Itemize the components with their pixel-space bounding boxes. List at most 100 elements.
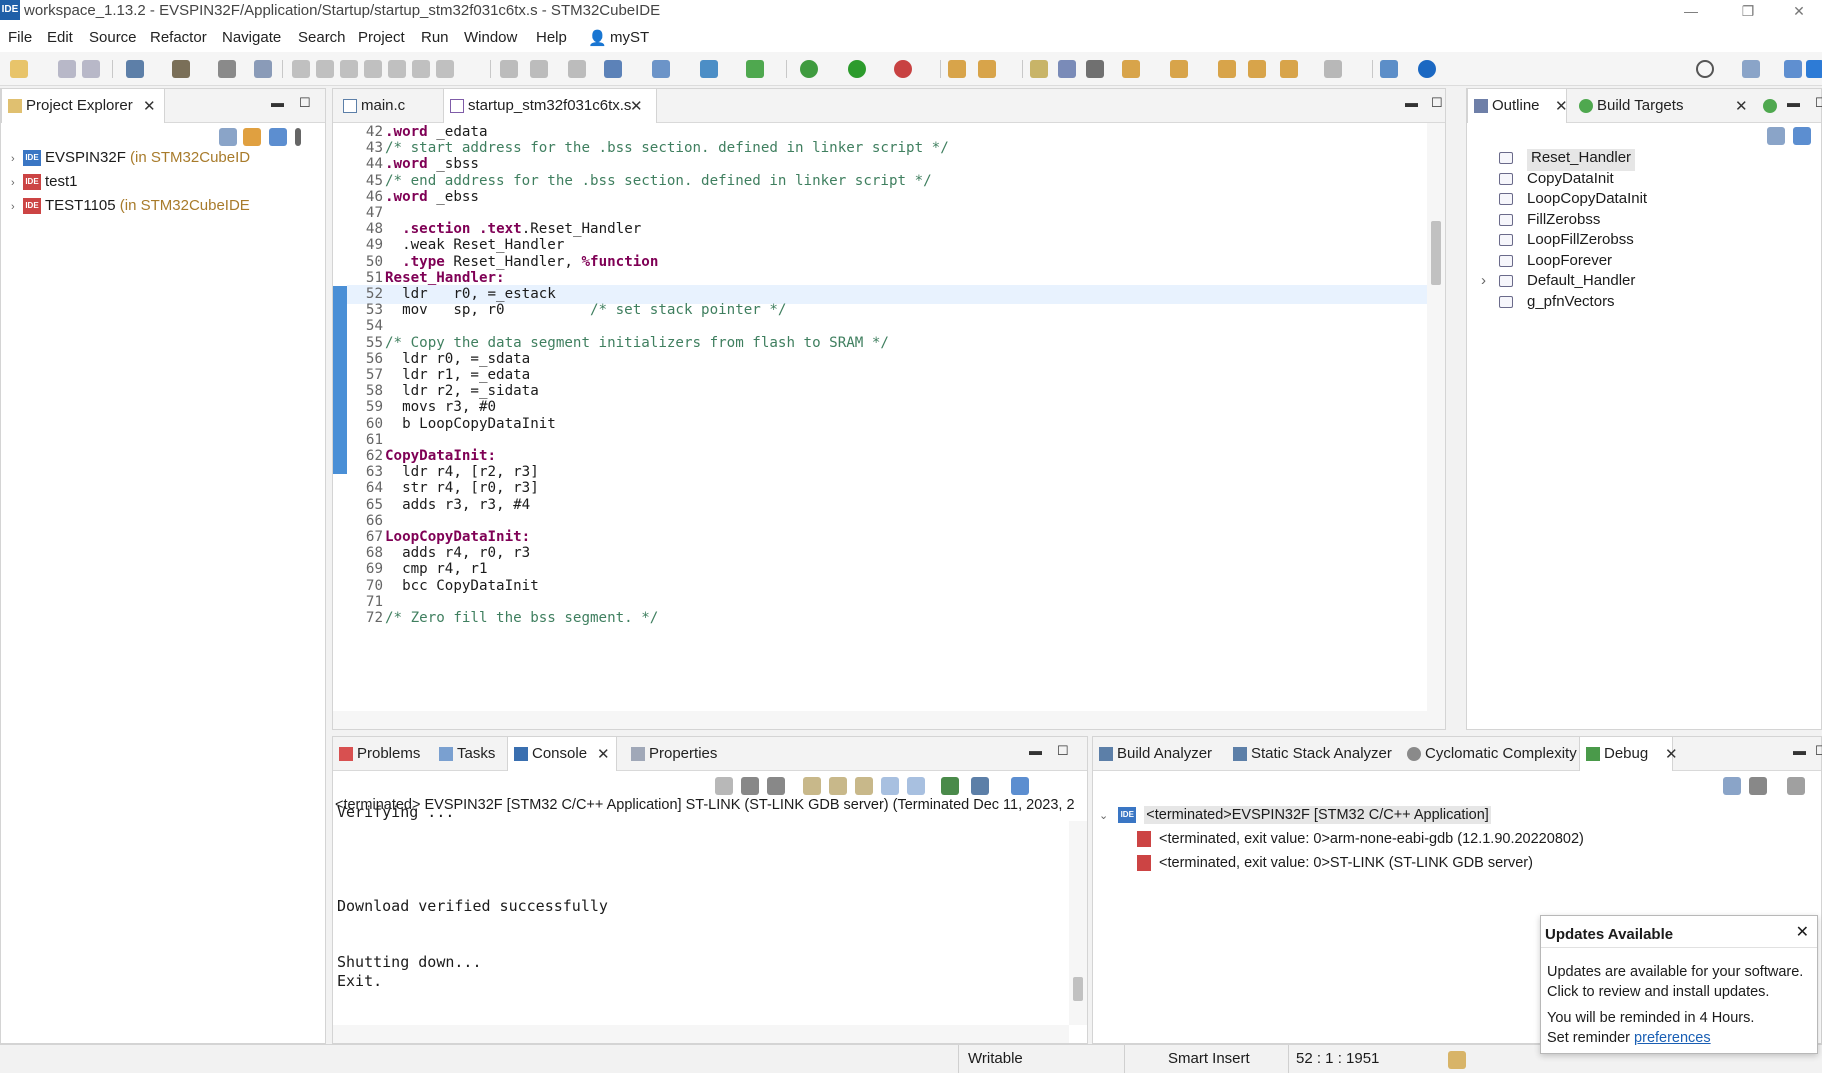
collapse-all-icon[interactable] xyxy=(1767,127,1785,145)
chevron-down-icon[interactable]: ⌄ xyxy=(1099,810,1108,822)
minimize-icon[interactable]: ▬ xyxy=(1405,95,1418,110)
open-perspective-icon[interactable] xyxy=(1380,60,1398,78)
editor-vscrollbar[interactable] xyxy=(1427,123,1445,711)
minimize-icon[interactable]: ▬ xyxy=(271,95,284,110)
project-item-evspin32f[interactable]: › IDE EVSPIN32F (in STM32CubeID xyxy=(11,149,250,171)
step-into-icon[interactable] xyxy=(388,60,406,78)
collapse-all-icon[interactable] xyxy=(1723,777,1741,795)
scroll-lock-icon[interactable] xyxy=(829,777,847,795)
refresh-icon[interactable] xyxy=(746,60,764,78)
remove-terminated-icon[interactable] xyxy=(1749,777,1767,795)
new-source-icon[interactable] xyxy=(700,60,718,78)
tab-main-c[interactable]: main.c xyxy=(337,89,441,123)
tab-problems[interactable]: Problems xyxy=(333,737,429,771)
terminate-icon[interactable] xyxy=(340,60,358,78)
outline-item[interactable]: CopyDataInit xyxy=(1499,170,1614,192)
show-stdout-icon[interactable] xyxy=(881,777,899,795)
reset-chip-icon[interactable] xyxy=(568,60,586,78)
new-icon[interactable] xyxy=(10,60,28,78)
user-icon[interactable]: 👤 xyxy=(588,29,607,47)
debug-process-stlink[interactable]: <terminated, exit value: 0>ST-LINK (ST-L… xyxy=(1137,855,1533,872)
sort-icon[interactable] xyxy=(1793,127,1811,145)
tab-properties[interactable]: Properties xyxy=(625,737,735,771)
close-debug-icon[interactable]: ✕ xyxy=(1665,745,1678,763)
scroll-thumb[interactable] xyxy=(1431,221,1441,285)
next-annotation-icon[interactable] xyxy=(1122,60,1140,78)
menu-run[interactable]: Run xyxy=(421,29,449,46)
menu-file[interactable]: File xyxy=(8,29,32,46)
outline-item[interactable]: › Default_Handler xyxy=(1481,272,1635,294)
open-type-icon[interactable] xyxy=(948,60,966,78)
info-icon[interactable] xyxy=(1418,60,1436,78)
chevron-right-icon[interactable]: › xyxy=(11,177,23,189)
menu-edit[interactable]: Edit xyxy=(47,29,73,46)
close-outline-icon[interactable]: ✕ xyxy=(1555,97,1568,115)
disconnect-icon[interactable] xyxy=(364,60,382,78)
debug-bug-icon[interactable] xyxy=(800,60,818,78)
build-hammer-icon[interactable] xyxy=(172,60,190,78)
scroll-thumb[interactable] xyxy=(1073,977,1083,1001)
preferences-link[interactable]: preferences xyxy=(1634,1030,1711,1046)
outline-item[interactable]: LoopFillZerobss xyxy=(1499,231,1634,253)
status-insert-mode[interactable]: Smart Insert xyxy=(1168,1050,1250,1067)
editor-hscrollbar[interactable] xyxy=(333,711,1445,729)
close-project-explorer-icon[interactable]: ✕ xyxy=(143,97,156,115)
toggle-mark-icon[interactable] xyxy=(1030,60,1048,78)
step-over-icon[interactable] xyxy=(412,60,430,78)
minimize-icon[interactable]: ▬ xyxy=(1029,743,1042,758)
search-icon[interactable] xyxy=(1696,60,1714,78)
back-arrow-icon[interactable] xyxy=(1280,60,1298,78)
new-folder-icon[interactable] xyxy=(652,60,670,78)
menu-myst[interactable]: myST xyxy=(610,29,649,46)
chevron-right-icon[interactable]: › xyxy=(1481,272,1486,289)
code-line[interactable]: 72/* Zero fill the bss segment. */ xyxy=(347,609,1427,628)
debug-launch-root[interactable]: ⌄ IDE <terminated>EVSPIN32F [STM32 C/C++… xyxy=(1099,806,1491,824)
device-config-icon[interactable] xyxy=(218,60,236,78)
close-console-icon[interactable]: ✕ xyxy=(597,745,610,763)
word-wrap-icon[interactable] xyxy=(855,777,873,795)
console-hscrollbar[interactable] xyxy=(333,1025,1069,1043)
outline-item[interactable]: LoopCopyDataInit xyxy=(1499,190,1647,212)
code-area[interactable]: 42 .word _edata 43/* start address for the… xyxy=(333,123,1445,729)
outline-item[interactable]: FillZerobss xyxy=(1499,211,1600,233)
updates-icon[interactable] xyxy=(1448,1051,1466,1069)
maximize-icon[interactable]: ☐ xyxy=(299,95,311,111)
save-icon[interactable] xyxy=(58,60,76,78)
tab-cyclomatic[interactable]: Cyclomatic Complexity xyxy=(1401,737,1577,771)
chevron-right-icon[interactable]: › xyxy=(11,153,23,165)
show-stderr-icon[interactable] xyxy=(907,777,925,795)
resume-icon[interactable] xyxy=(292,60,310,78)
perspective-debug-icon[interactable] xyxy=(1784,60,1802,78)
tab-static-stack[interactable]: Static Stack Analyzer xyxy=(1227,737,1399,771)
tab-outline[interactable]: Outline xyxy=(1467,89,1567,123)
tab-project-explorer[interactable]: Project Explorer xyxy=(1,89,165,123)
instruction-step-icon[interactable] xyxy=(500,60,518,78)
build-target-icon[interactable] xyxy=(1763,99,1777,113)
chevron-right-icon[interactable]: › xyxy=(11,201,23,213)
collapse-all-icon[interactable] xyxy=(219,128,237,146)
menu-project[interactable]: Project xyxy=(358,29,405,46)
close-tab-icon[interactable]: ✕ xyxy=(630,97,643,115)
menu-help[interactable]: Help xyxy=(536,29,567,46)
debug-process-gdb[interactable]: <terminated, exit value: 0>arm-none-eabi… xyxy=(1137,831,1584,848)
display-console-icon[interactable] xyxy=(971,777,989,795)
last-edit-icon[interactable] xyxy=(1218,60,1236,78)
minimize-icon[interactable]: ▬ xyxy=(1787,95,1800,110)
link-editor-icon[interactable] xyxy=(243,128,261,146)
menu-refactor[interactable]: Refactor xyxy=(150,29,207,46)
prev-annotation-icon[interactable] xyxy=(1170,60,1188,78)
console-vscrollbar[interactable] xyxy=(1069,821,1087,1025)
project-item-test1105[interactable]: › IDE TEST1105 (in STM32CubeIDE xyxy=(11,197,250,219)
tab-tasks[interactable]: Tasks xyxy=(433,737,503,771)
minimize-icon[interactable]: ▬ xyxy=(1793,743,1806,758)
close-popup-icon[interactable]: ✕ xyxy=(1796,922,1809,942)
save-all-icon[interactable] xyxy=(82,60,100,78)
close-build-targets-icon[interactable]: ✕ xyxy=(1735,97,1748,115)
terminate-icon[interactable] xyxy=(715,777,733,795)
open-console-icon[interactable] xyxy=(1011,777,1029,795)
project-item-test1[interactable]: › IDE test1 xyxy=(11,173,78,195)
clear-console-icon[interactable] xyxy=(803,777,821,795)
menu-navigate[interactable]: Navigate xyxy=(222,29,281,46)
view-menu-icon[interactable] xyxy=(295,128,301,146)
step-return-icon[interactable] xyxy=(436,60,454,78)
